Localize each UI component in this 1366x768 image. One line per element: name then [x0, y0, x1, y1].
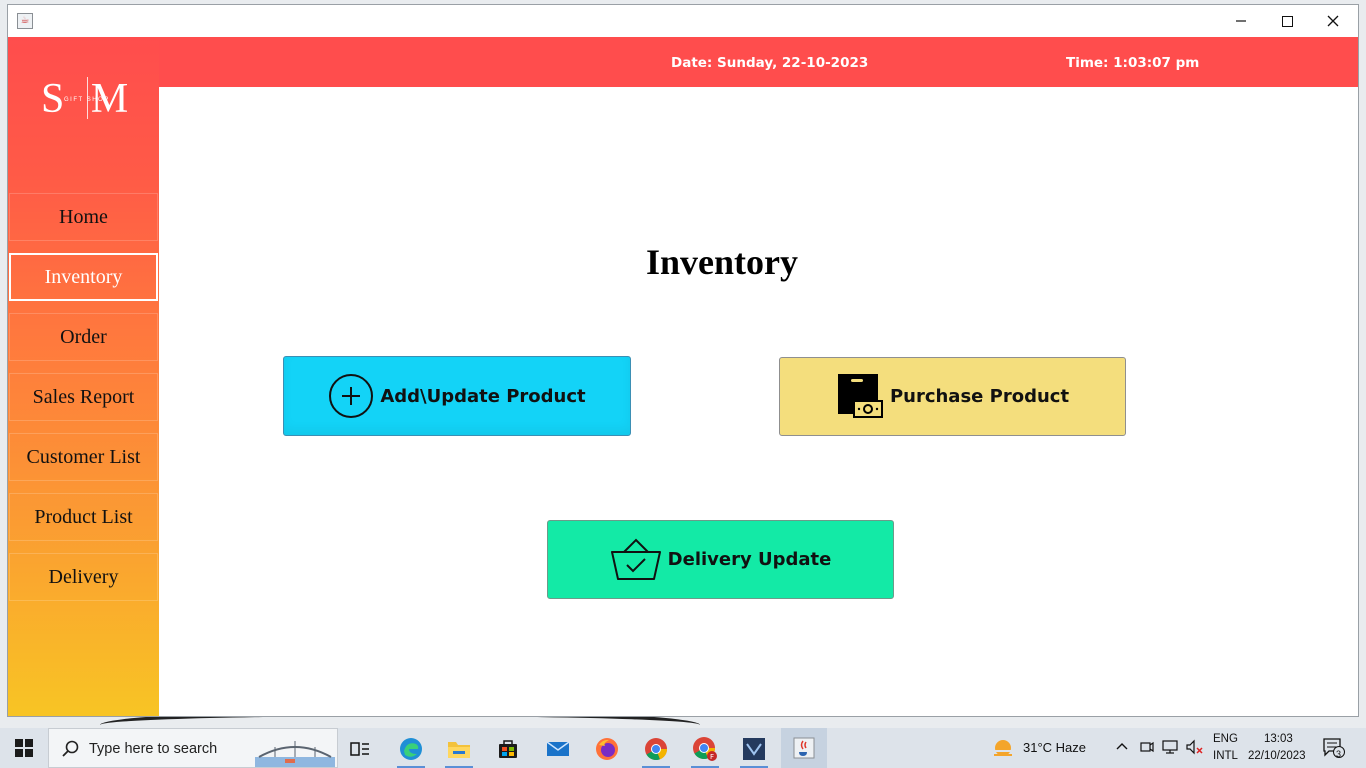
purchase-bag-icon — [836, 373, 884, 421]
firefox-icon[interactable] — [589, 734, 625, 764]
sidebar: S M GIFT SHOP Home Inventory Order Sales… — [8, 37, 159, 716]
sidebar-item-product-list[interactable]: Product List — [9, 493, 158, 541]
sidebar-item-label: Delivery — [48, 565, 119, 588]
purchase-product-button[interactable]: Purchase Product — [779, 357, 1126, 436]
logo: S M GIFT SHOP — [26, 75, 146, 125]
purchase-product-label: Purchase Product — [889, 386, 1070, 407]
sidebar-item-inventory[interactable]: Inventory — [9, 253, 158, 301]
visual-studio-icon[interactable] — [736, 734, 772, 768]
notification-center-icon[interactable] — [1323, 738, 1345, 763]
page-title: Inventory — [646, 242, 798, 282]
app-window: ☕ Date: Sunday, 22-10-2023 Time: 1:03:07… — [7, 4, 1359, 717]
header-time: Time: 1:03:07 pm — [1066, 55, 1200, 71]
bridge-illustration-icon — [255, 741, 335, 767]
maximize-icon — [1281, 15, 1293, 27]
add-update-product-button[interactable]: Add\Update Product — [283, 356, 631, 436]
sidebar-item-order[interactable]: Order — [9, 313, 158, 361]
taskbar: Type here to search F 31°C Haze ENG INTL… — [0, 728, 1366, 768]
header-bar: Date: Sunday, 22-10-2023 Time: 1:03:07 p… — [8, 37, 1358, 87]
file-explorer-icon[interactable] — [441, 734, 477, 768]
volume-muted-icon[interactable] — [1186, 739, 1204, 760]
start-button[interactable] — [0, 728, 48, 768]
minimize-icon — [1236, 20, 1246, 22]
sidebar-item-label: Customer List — [26, 445, 141, 468]
sidebar-item-customer-list[interactable]: Customer List — [9, 433, 158, 481]
sidebar-item-delivery[interactable]: Delivery — [9, 553, 158, 601]
network-icon[interactable] — [1162, 739, 1180, 760]
add-update-product-label: Add\Update Product — [380, 385, 586, 407]
clock-date[interactable]: 22/10/2023 — [1248, 750, 1306, 762]
sidebar-item-label: Home — [59, 205, 108, 228]
close-icon — [1327, 15, 1339, 27]
delivery-update-button[interactable]: Delivery Update — [547, 520, 894, 599]
title-bar: ☕ — [8, 5, 1358, 37]
chrome-profile-icon[interactable]: F — [687, 734, 723, 768]
chrome-icon[interactable] — [638, 734, 674, 768]
weather-icon[interactable] — [988, 734, 1018, 764]
chevron-up-icon[interactable] — [1115, 739, 1129, 756]
maximize-button[interactable] — [1264, 5, 1310, 37]
sidebar-item-home[interactable]: Home — [9, 193, 158, 241]
language-indicator-bottom[interactable]: INTL — [1213, 750, 1238, 762]
svg-text:F: F — [710, 753, 714, 761]
sidebar-item-label: Order — [60, 325, 107, 348]
minimize-button[interactable] — [1218, 5, 1264, 37]
mail-icon[interactable] — [540, 734, 576, 764]
basket-check-icon — [610, 537, 662, 583]
sidebar-item-label: Sales Report — [32, 385, 135, 408]
sidebar-item-label: Product List — [34, 505, 133, 528]
plus-circle-icon — [328, 373, 374, 419]
meet-now-icon[interactable] — [1140, 739, 1154, 760]
java-app-taskbar-icon[interactable] — [781, 728, 827, 768]
edge-icon[interactable] — [393, 734, 429, 768]
weather-text[interactable]: 31°C Haze — [1023, 740, 1086, 755]
sidebar-item-label: Inventory — [44, 265, 123, 288]
search-icon — [62, 740, 80, 763]
header-date: Date: Sunday, 22-10-2023 — [671, 55, 869, 71]
clock-time[interactable]: 13:03 — [1264, 733, 1293, 745]
main-content: Inventory Add\Update Product Purchase Pr… — [159, 87, 1358, 716]
language-indicator-top[interactable]: ENG — [1213, 733, 1238, 745]
search-placeholder: Type here to search — [89, 741, 218, 757]
store-icon[interactable] — [490, 734, 526, 764]
sidebar-item-sales-report[interactable]: Sales Report — [9, 373, 158, 421]
windows-logo-icon — [15, 739, 33, 757]
taskbar-search-box[interactable]: Type here to search — [48, 728, 338, 768]
java-app-icon: ☕ — [17, 13, 33, 29]
notification-count: 3 — [1336, 749, 1342, 759]
logo-subtitle: GIFT SHOP — [64, 97, 110, 103]
delivery-update-label: Delivery Update — [667, 549, 832, 570]
task-view-icon[interactable] — [342, 734, 378, 764]
close-button[interactable] — [1310, 5, 1356, 37]
